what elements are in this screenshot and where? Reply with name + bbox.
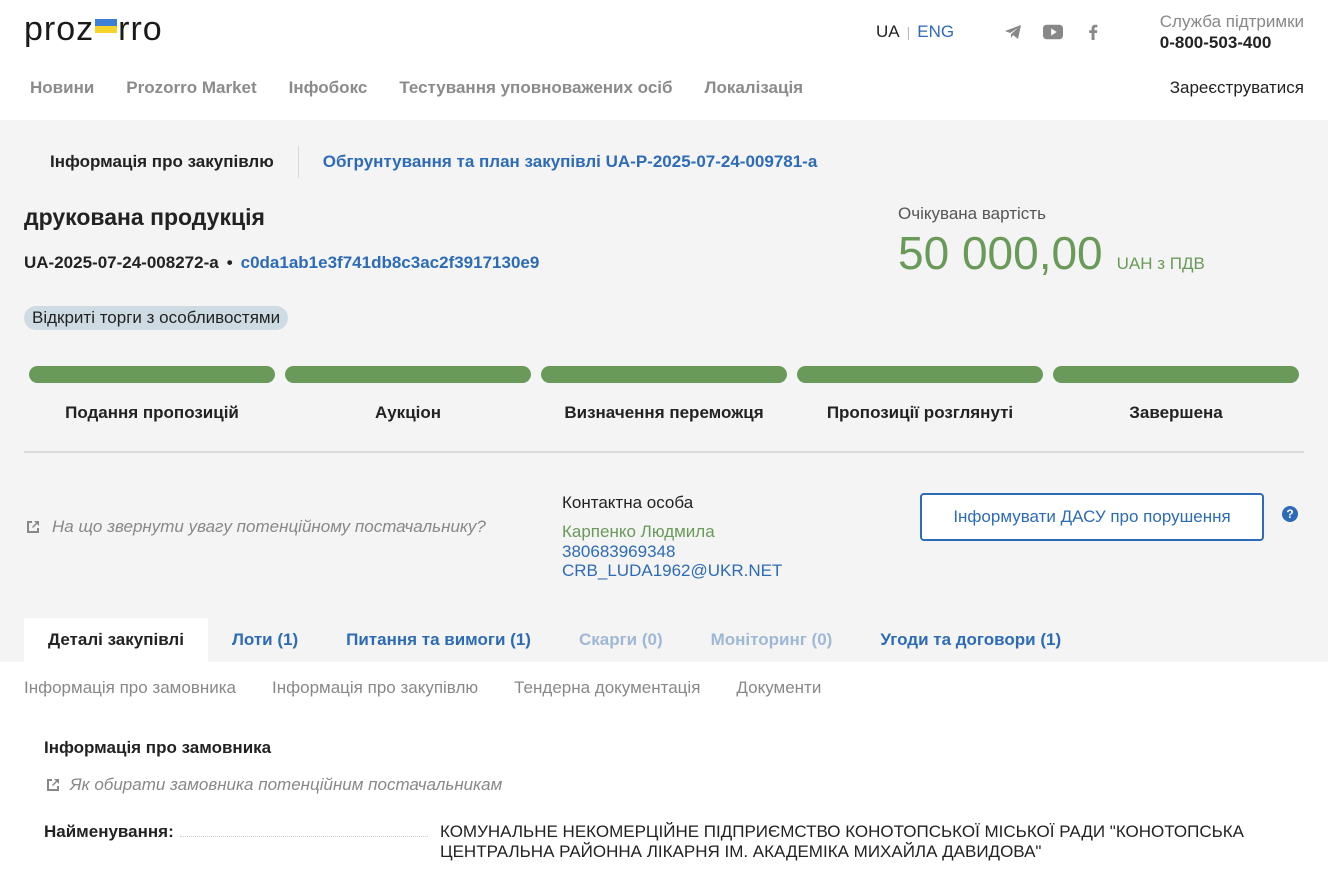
section-divider — [24, 451, 1304, 453]
tender-tabs: Деталі закупівлі Лоти (1) Питання та вим… — [24, 618, 1085, 662]
stage-label: Подання пропозицій — [65, 403, 239, 422]
tab-contracts[interactable]: Угоди та договори (1) — [856, 618, 1085, 662]
stage-bar — [285, 366, 531, 383]
contact-email[interactable]: CRB_LUDA1962@UKR.NET — [562, 561, 782, 580]
stage-bar — [541, 366, 787, 383]
external-link-icon — [47, 779, 59, 791]
report-dasu-button[interactable]: Інформувати ДАСУ про порушення — [920, 493, 1264, 541]
contact-name: Карпенко Людмила — [562, 522, 715, 541]
tender-ids: UA-2025-07-24-008272-a • c0da1ab1e3f741d… — [24, 253, 539, 273]
expected-value-label: Очікувана вартість — [898, 204, 1046, 223]
procedure-badge: Відкриті торги з особливостями — [24, 306, 289, 330]
tab-lots[interactable]: Лоти (1) — [208, 618, 322, 662]
contact-phone[interactable]: 380683969348 — [562, 542, 782, 561]
customer-section-title: Інформація про замовника — [44, 738, 272, 757]
subtabs: Інформація про замовника Інформація про … — [24, 678, 821, 698]
help-icon[interactable]: ? — [1282, 506, 1298, 522]
nav-item-infobox[interactable]: Інфобокс — [289, 78, 368, 98]
how-choose-link[interactable]: Як обирати замовника потенційним постача… — [44, 775, 502, 795]
stage-auction: Аукціон — [285, 366, 531, 423]
tab-details[interactable]: Деталі закупівлі — [24, 618, 208, 662]
lang-ua[interactable]: UA — [876, 22, 900, 42]
tender-id: UA-2025-07-24-008272-a — [24, 253, 219, 272]
customer-name-row: Найменування: КОМУНАЛЬНЕ НЕКОМЕРЦІЙНЕ ПІ… — [44, 822, 1304, 862]
stage-bar — [797, 366, 1043, 383]
attention-link-text: На що звернути увагу потенційному постач… — [52, 517, 486, 536]
nav-item-news[interactable]: Новини — [30, 78, 94, 98]
attention-link[interactable]: На що звернути увагу потенційному постач… — [24, 517, 486, 537]
main-nav: Новини Prozorro Market Інфобокс Тестуван… — [30, 78, 803, 98]
social-links — [1003, 22, 1103, 42]
youtube-icon[interactable] — [1043, 22, 1063, 42]
contact-heading: Контактна особа — [562, 493, 694, 512]
tab-questions[interactable]: Питання та вимоги (1) — [322, 618, 555, 662]
lang-eng[interactable]: ENG — [917, 22, 954, 42]
support-label: Служба підтримки — [1159, 12, 1304, 31]
stage-label: Аукціон — [374, 403, 442, 422]
support-phone[interactable]: 0-800-503-400 — [1160, 33, 1304, 53]
customer-name-key-text: Найменування: — [44, 822, 174, 841]
subtab-procurement-info[interactable]: Інформація про закупівлю — [272, 678, 478, 698]
subtab-tender-docs[interactable]: Тендерна документація — [514, 678, 700, 698]
logo-text-left: proz — [24, 10, 95, 48]
id-separator: • — [226, 253, 233, 272]
customer-name-value: КОМУНАЛЬНЕ НЕКОМЕРЦІЙНЕ ПІДПРИЄМСТВО КОН… — [440, 822, 1244, 861]
telegram-icon[interactable] — [1003, 22, 1023, 42]
leader-dots — [179, 836, 428, 837]
support-block: Служба підтримки 0-800-503-400 — [1160, 12, 1304, 53]
currency-label: UAH з ПДВ — [1116, 254, 1205, 273]
prozorro-logo[interactable]: proz rro — [24, 10, 163, 49]
info-row: Інформація про закупівлю Обгрунтування т… — [50, 146, 817, 178]
facebook-icon[interactable] — [1083, 22, 1103, 42]
stage-winner: Визначення переможця — [541, 366, 787, 423]
nav-item-localization[interactable]: Локалізація — [705, 78, 804, 98]
expected-value: Очікувана вартість 50 000,00 UAH з ПДВ — [898, 204, 1205, 280]
subtab-customer-info[interactable]: Інформація про замовника — [24, 678, 236, 698]
ukraine-flag-icon — [95, 18, 118, 33]
stage-bar — [29, 366, 275, 383]
stage-label: Визначення переможця — [564, 403, 764, 422]
logo-text-right: rro — [118, 10, 163, 48]
procurement-info-label: Інформація про закупівлю — [50, 152, 274, 171]
stage-progress: Подання пропозицій Аукціон Визначення пе… — [29, 366, 1299, 423]
external-link-icon — [27, 521, 39, 533]
how-choose-text: Як обирати замовника потенційним постача… — [70, 775, 503, 794]
stage-bar — [1053, 366, 1299, 383]
expected-amount: 50 000,00 — [898, 227, 1103, 279]
divider — [297, 146, 299, 178]
tender-hash-link[interactable]: c0da1ab1e3f741db8c3ac2f3917130e9 — [241, 253, 540, 273]
register-link[interactable]: Зареєструватися — [1170, 78, 1304, 98]
tab-complaints[interactable]: Скарги (0) — [555, 618, 687, 662]
lang-separator: | — [906, 24, 911, 40]
customer-name-key: Найменування: — [44, 822, 434, 862]
stage-label: Пропозиції розглянуті — [826, 403, 1014, 422]
stage-complete: Завершена — [1053, 366, 1299, 423]
stage-submission: Подання пропозицій — [29, 366, 275, 423]
nav-item-market[interactable]: Prozorro Market — [126, 78, 256, 98]
stage-reviewed: Пропозиції розглянуті — [797, 366, 1043, 423]
language-switcher: UA | ENG — [876, 22, 954, 42]
subtab-documents[interactable]: Документи — [736, 678, 821, 698]
tab-monitoring[interactable]: Моніторинг (0) — [687, 618, 857, 662]
nav-item-testing[interactable]: Тестування уповноважених осіб — [399, 78, 672, 98]
plan-link[interactable]: Обгрунтування та план закупівлі UA-P-202… — [323, 152, 818, 172]
contact-person: Контактна особа Карпенко Людмила 3806839… — [562, 493, 782, 580]
tender-title: друкована продукція — [24, 204, 265, 230]
site-header: proz rro UA | ENG Служба підтримки 0-800… — [0, 0, 1328, 120]
stage-label: Завершена — [1129, 403, 1223, 422]
